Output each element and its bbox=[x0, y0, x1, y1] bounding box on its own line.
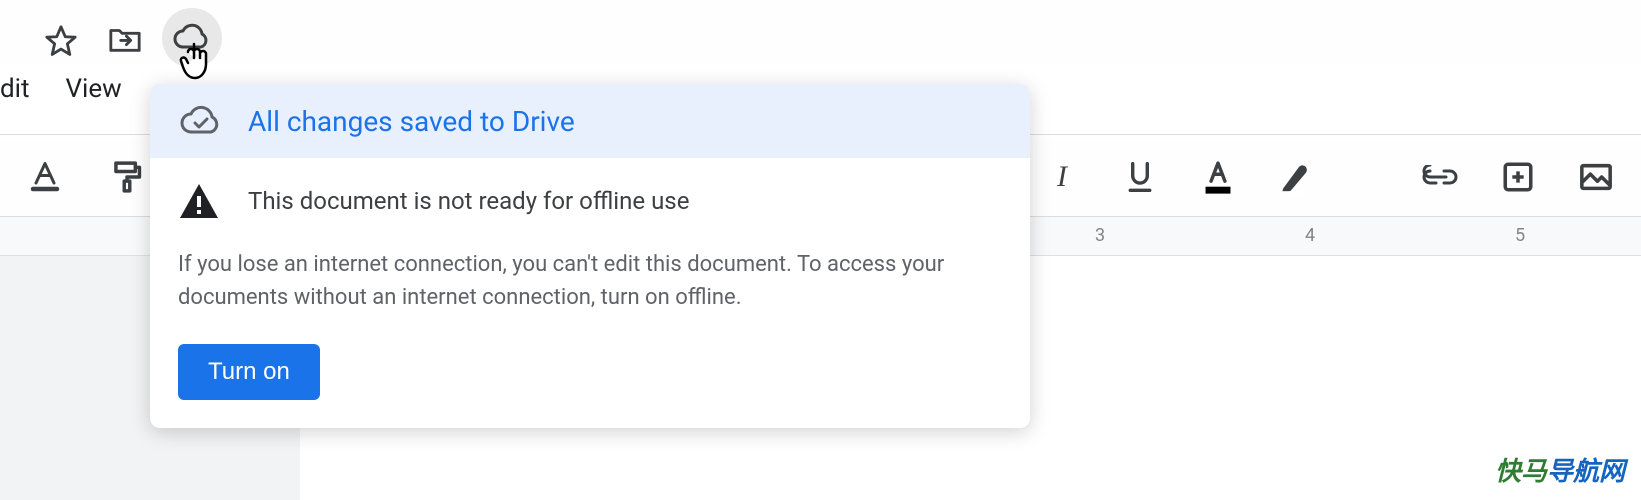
watermark-part-1: 快马 bbox=[1495, 457, 1547, 487]
turn-on-offline-button[interactable]: Turn on bbox=[178, 344, 320, 400]
underline-button[interactable] bbox=[1119, 156, 1161, 198]
watermark: 快马导航网 bbox=[1495, 451, 1625, 488]
title-bar-area bbox=[0, 0, 1641, 64]
ruler-mark-4: 4 bbox=[1305, 225, 1315, 246]
ruler-mark-5: 5 bbox=[1515, 225, 1525, 246]
paint-format-icon[interactable] bbox=[106, 156, 148, 198]
popup-header: All changes saved to Drive bbox=[150, 84, 1030, 158]
menu-view[interactable]: View bbox=[48, 74, 140, 104]
menu-edit[interactable]: dit bbox=[0, 74, 48, 104]
popup-title: All changes saved to Drive bbox=[248, 105, 575, 138]
link-icon[interactable] bbox=[1419, 156, 1461, 198]
text-color-icon[interactable] bbox=[24, 156, 66, 198]
pointer-cursor-icon bbox=[178, 42, 214, 82]
warning-icon bbox=[178, 182, 220, 220]
move-to-folder-icon[interactable] bbox=[108, 24, 142, 54]
comment-icon[interactable] bbox=[1497, 156, 1539, 198]
offline-warning-row: This document is not ready for offline u… bbox=[178, 182, 1002, 220]
italic-button[interactable]: I bbox=[1041, 156, 1083, 198]
offline-warning-text: This document is not ready for offline u… bbox=[248, 187, 689, 215]
watermark-part-2: 导航网 bbox=[1547, 457, 1625, 487]
cloud-status-popup: All changes saved to Drive This document… bbox=[150, 84, 1030, 428]
offline-description: If you lose an internet connection, you … bbox=[178, 248, 1002, 314]
ruler-mark-3: 3 bbox=[1095, 225, 1105, 246]
image-icon[interactable] bbox=[1575, 156, 1617, 198]
font-color-button[interactable] bbox=[1197, 156, 1239, 198]
star-icon[interactable] bbox=[44, 24, 78, 58]
highlight-button[interactable] bbox=[1275, 156, 1317, 198]
cloud-check-icon bbox=[178, 104, 224, 138]
menu-bar: dit View bbox=[0, 66, 140, 112]
